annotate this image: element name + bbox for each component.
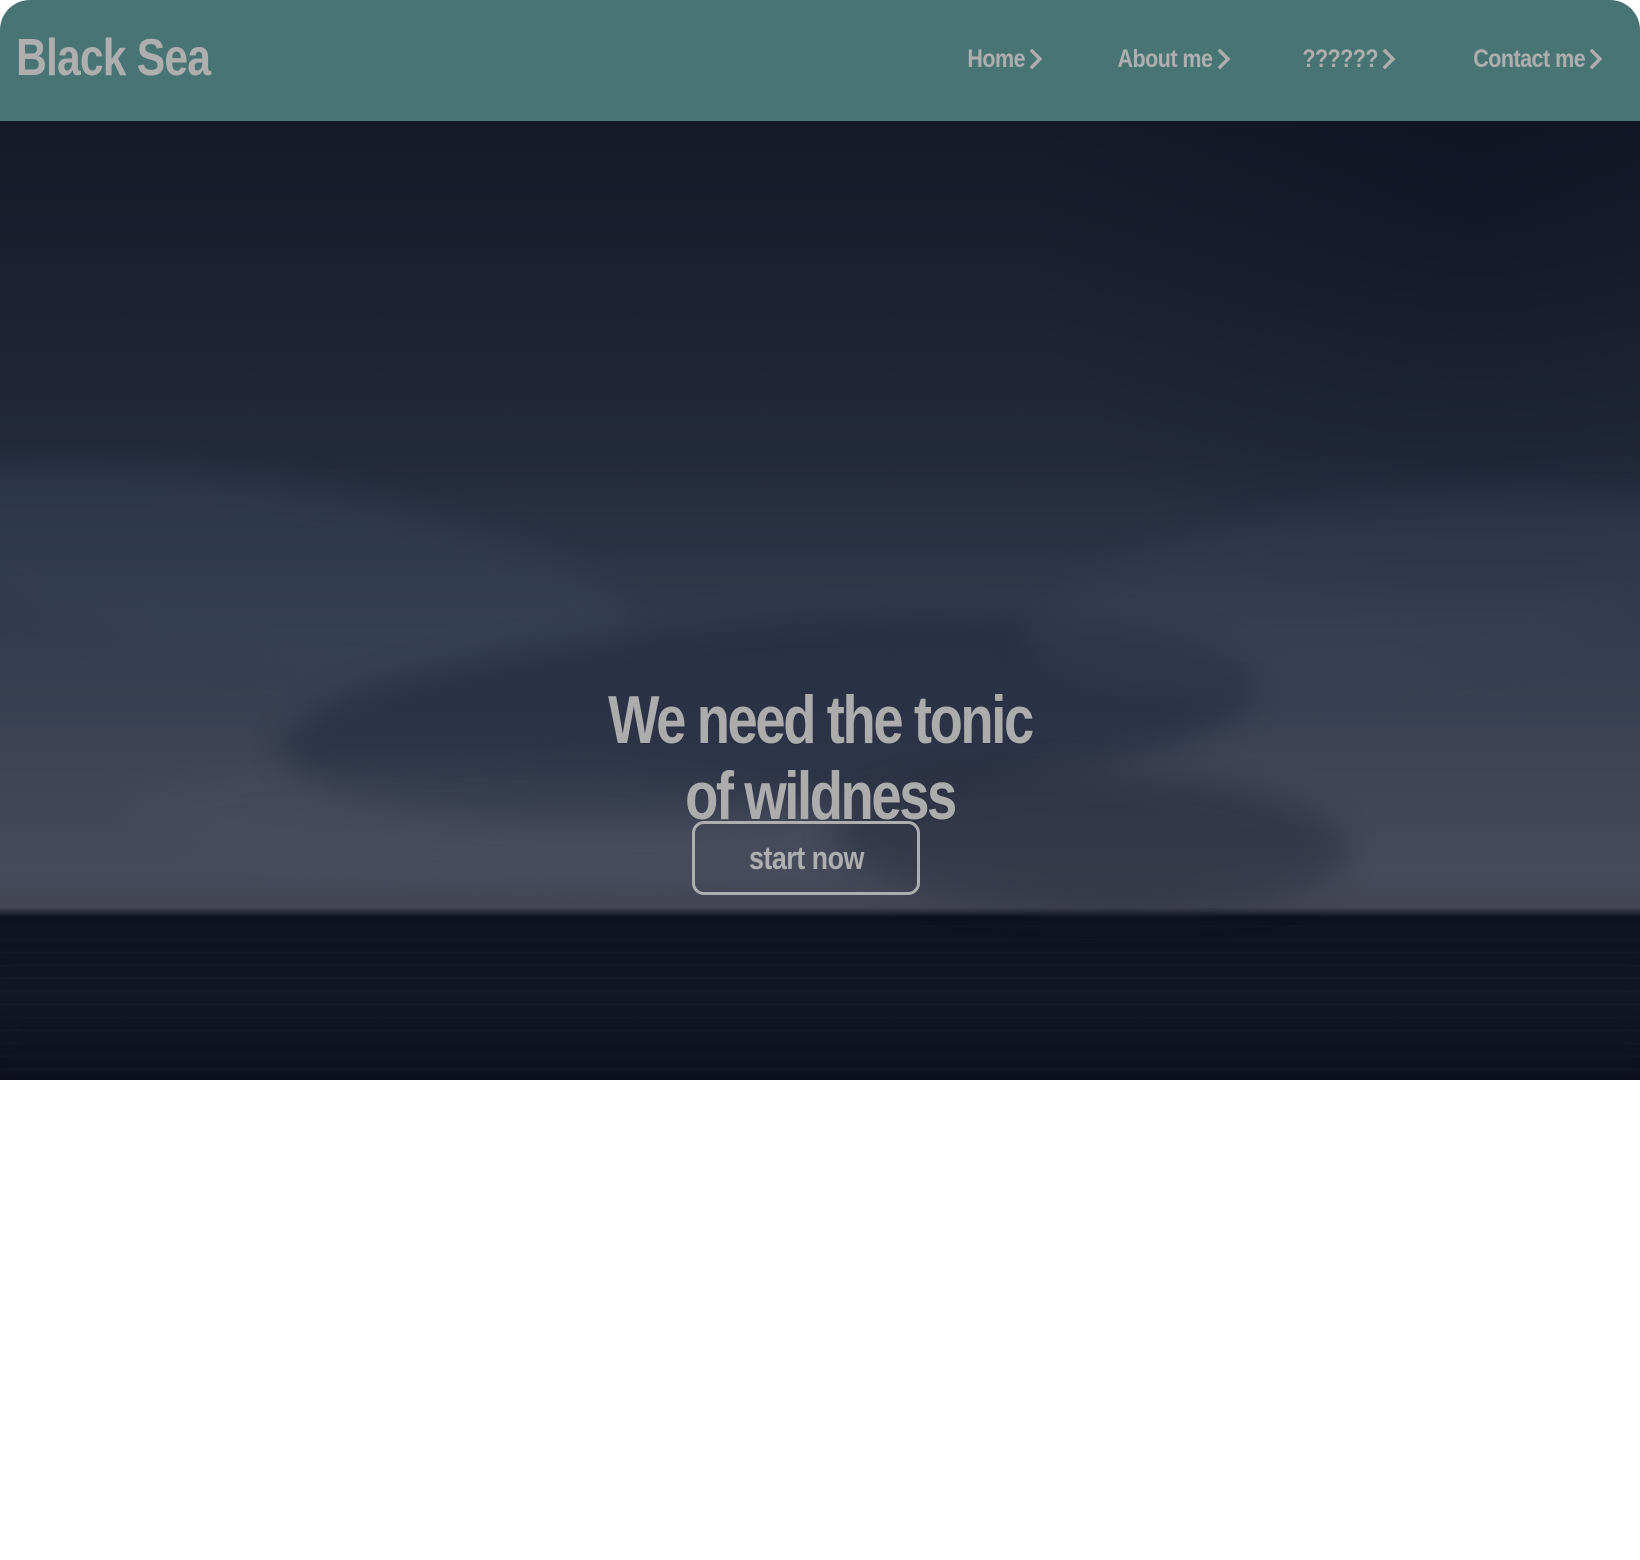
main-navigation: Home About me ?????? Contact me — [964, 34, 1604, 84]
nav-item-unknown-label: ?????? — [1302, 45, 1378, 73]
nav-item-contact-me[interactable]: Contact me — [1461, 44, 1604, 74]
nav-item-about-me-label: About me — [1117, 45, 1214, 73]
nav-item-about-me[interactable]: About me — [1108, 44, 1231, 74]
start-now-button-label: start now — [748, 839, 864, 876]
chevron-right-icon — [1029, 48, 1043, 70]
hero-title: We need the tonic of wildness — [608, 681, 1034, 834]
top-navbar: Black Sea Home About me ?????? Contact m… — [0, 0, 1640, 121]
nav-item-home[interactable]: Home — [964, 44, 1044, 74]
chevron-right-icon — [1217, 48, 1231, 70]
chevron-right-icon — [1589, 48, 1603, 70]
nav-item-home-label: Home — [967, 45, 1026, 73]
page: Black Sea Home About me ?????? Contact m… — [0, 0, 1640, 1560]
sea-waves — [0, 915, 1640, 1080]
nav-item-unknown[interactable]: ?????? — [1296, 44, 1397, 74]
nav-item-contact-me-label: Contact me — [1473, 45, 1585, 73]
chevron-right-icon — [1382, 48, 1396, 70]
start-now-button[interactable]: start now — [692, 821, 920, 895]
brand-logo[interactable]: Black Sea — [16, 28, 211, 88]
hero-section: We need the tonic of wildness start now — [0, 121, 1640, 1080]
